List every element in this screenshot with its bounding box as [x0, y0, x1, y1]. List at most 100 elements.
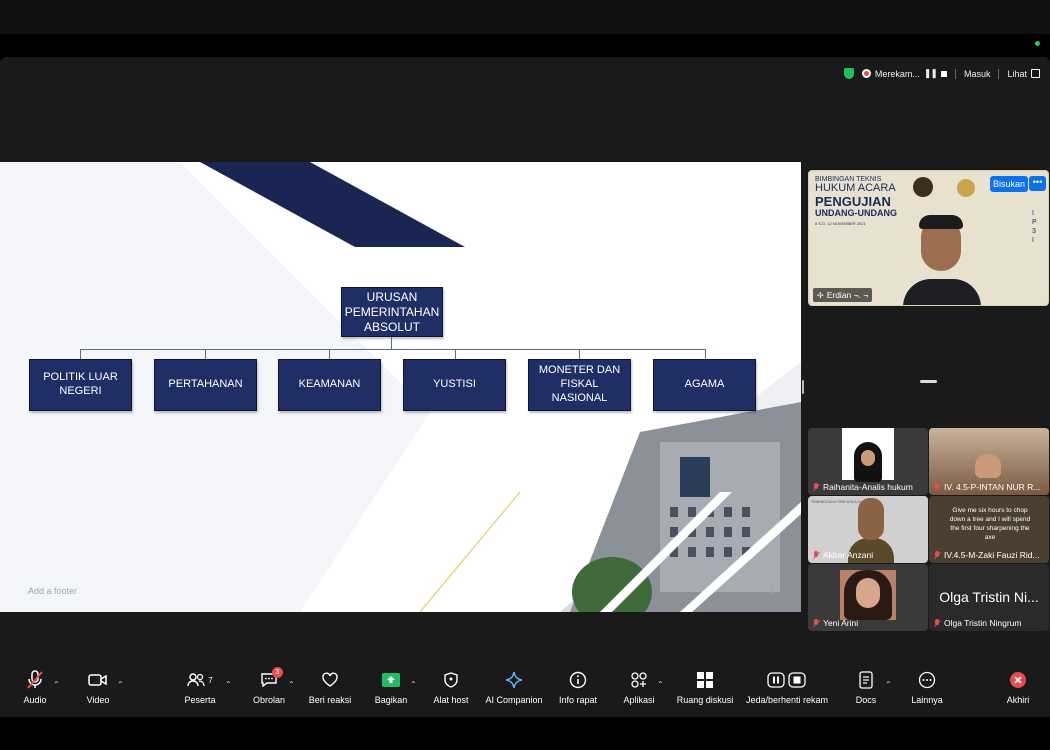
breakout-rooms-button[interactable]: Ruang diskusi	[676, 670, 734, 705]
recording-label: Merekam...	[874, 68, 920, 79]
reactions-label: Beri reaksi	[308, 695, 352, 705]
slide-page-number: 5	[769, 586, 775, 596]
pause-stop-recording-button[interactable]: Jeda/berhenti rekam	[744, 670, 830, 705]
share-options-caret-icon[interactable]: ⌃	[410, 680, 417, 689]
virtual-background-text: TEMENGGUNG PANCASILA 1945	[811, 500, 866, 504]
divider	[998, 68, 1000, 79]
ai-companion-label: AI Companion	[485, 695, 543, 705]
breakout-rooms-icon	[697, 670, 713, 690]
mic-muted-icon	[812, 618, 820, 628]
participant-name: Raihanita-Analis hukum	[823, 482, 913, 492]
signin-button[interactable]: Masuk	[964, 69, 991, 79]
audio-label: Audio	[23, 695, 47, 705]
camera-indicator-dot	[1035, 41, 1040, 46]
org-chart-child: KEAMANAN	[278, 359, 381, 411]
bottom-system-bar	[0, 717, 1050, 750]
participant-face	[858, 498, 884, 540]
banner-line: UNDANG-UNDANG	[815, 207, 897, 218]
gallery-collapse-handle[interactable]	[920, 380, 937, 383]
video-button[interactable]: Video	[83, 670, 113, 705]
chat-button[interactable]: 3 Obrolan	[252, 667, 286, 705]
org-chart-child: MONETER DAN FISKAL NASIONAL	[528, 359, 631, 411]
participant-display-name: Olga Tristin Ni...	[939, 589, 1039, 605]
building-photo	[570, 402, 801, 612]
recording-indicator[interactable]: Merekam... ❚❚	[861, 68, 947, 79]
banner-date: 8 S.D. 12 NOVEMBER 2021	[815, 220, 866, 226]
mute-button[interactable]: Bisukan	[990, 176, 1029, 192]
org-chart-child: AGAMA	[653, 359, 756, 411]
participants-options-caret-icon[interactable]: ⌃	[225, 680, 232, 689]
record-dot-icon	[861, 69, 871, 78]
org-chart-root: URUSAN PEMERINTAHAN ABSOLUT	[341, 287, 443, 337]
participant-name: IV.4.5-M-Zaki Fauzi Rid...	[944, 550, 1040, 560]
share-screen-icon	[382, 670, 400, 690]
connector-horizontal	[80, 349, 706, 350]
participant-tile[interactable]: Give me six hours to chop down a tree an…	[929, 496, 1049, 563]
apps-icon	[630, 670, 648, 690]
active-speaker-tile[interactable]: BIMBINGAN TEKNIS HUKUM ACARA PENGUJIAN U…	[808, 170, 1049, 306]
participants-button[interactable]: 7 Peserta	[183, 670, 217, 705]
more-label: Lainnya	[911, 695, 943, 705]
more-dots-icon	[918, 670, 936, 690]
participant-name-tag: Akbar Anzani	[812, 550, 873, 560]
reactions-button[interactable]: Beri reaksi	[307, 670, 353, 705]
participant-name: Olga Tristin Ningrum	[944, 618, 1022, 628]
participant-tile[interactable]: Yeni Arini	[808, 564, 928, 631]
docs-button[interactable]: Docs	[853, 670, 879, 705]
pause-recording-icon[interactable]: ❚❚	[924, 68, 938, 79]
banner-line: PENGUJIAN	[815, 193, 891, 209]
heart-icon	[321, 670, 339, 690]
audio-button[interactable]: Audio	[18, 670, 52, 705]
host-tools-label: Alat host	[433, 695, 469, 705]
pin-icon: ✢	[817, 290, 824, 300]
meeting-toolbar: Audio ⌃ Video ⌃ 7 Peserta ⌃ 3 Obrolan ⌃ …	[0, 667, 1050, 716]
end-meeting-button[interactable]: Akhiri	[1002, 670, 1034, 705]
view-button[interactable]: Lihat	[1007, 69, 1040, 79]
connector-drop	[205, 349, 206, 359]
apps-label: Aplikasi	[623, 695, 655, 705]
ai-companion-button[interactable]: AI Companion	[484, 670, 544, 705]
mic-muted-icon	[933, 618, 941, 628]
meeting-info-button[interactable]: Info rapat	[556, 670, 600, 705]
share-screen-button[interactable]: Bagikan	[372, 670, 410, 705]
chat-label: Obrolan	[252, 695, 286, 705]
participant-name-tag: Yeni Arini	[812, 618, 858, 628]
quote-text: Give me six hours to chop down a tree an…	[949, 507, 1031, 542]
participant-tile[interactable]: TEMENGGUNG PANCASILA 1945 Akbar Anzani	[808, 496, 928, 563]
org-chart-child: PERTAHANAN	[154, 359, 257, 411]
apps-options-caret-icon[interactable]: ⌃	[657, 680, 664, 689]
connector-drop	[705, 349, 706, 359]
end-label: Akhiri	[1006, 695, 1030, 705]
participant-tile[interactable]: Olga Tristin Ni... Olga Tristin Ningrum	[929, 564, 1049, 631]
chat-options-caret-icon[interactable]: ⌃	[288, 680, 295, 689]
docs-options-caret-icon[interactable]: ⌃	[885, 680, 892, 689]
info-icon	[569, 670, 587, 690]
video-options-caret-icon[interactable]: ⌃	[117, 680, 124, 689]
host-tools-button[interactable]: Alat host	[431, 670, 471, 705]
panel-resize-handle[interactable]	[802, 380, 804, 394]
encryption-shield-icon[interactable]	[843, 68, 854, 79]
connector-drop	[455, 349, 456, 359]
more-button[interactable]: Lainnya	[908, 670, 946, 705]
share-label: Bagikan	[374, 695, 408, 705]
tile-more-button[interactable]: •••	[1029, 176, 1046, 191]
stop-recording-icon[interactable]	[940, 70, 947, 77]
participants-icon: 7	[187, 670, 213, 690]
participant-tile[interactable]: Raihanita-Analis hukum	[808, 428, 928, 495]
mic-muted-icon	[933, 482, 941, 492]
participant-name-tag: Raihanita-Analis hukum	[812, 482, 913, 492]
apps-button[interactable]: Aplikasi	[620, 670, 658, 705]
institution-logo	[957, 179, 975, 197]
participant-name: IV. 4.5-P-INTAN NUR R...	[944, 482, 1041, 492]
speaker-name: Erdian ¬. ¬	[826, 290, 869, 300]
shared-screen-slide: URUSAN PEMERINTAHAN ABSOLUT POLITIK LUAR…	[0, 162, 801, 612]
pause-stop-icon	[767, 670, 807, 690]
speaker-name-tag: ✢ Erdian ¬. ¬	[813, 288, 873, 302]
connector-vertical	[391, 337, 392, 349]
participant-tile[interactable]: IV. 4.5-P-INTAN NUR R...	[929, 428, 1049, 495]
audio-options-caret-icon[interactable]: ⌃	[53, 680, 60, 689]
participants-label: Peserta	[184, 695, 216, 705]
end-call-icon	[1009, 670, 1027, 690]
video-camera-icon	[88, 670, 108, 690]
shield-icon	[444, 670, 458, 690]
